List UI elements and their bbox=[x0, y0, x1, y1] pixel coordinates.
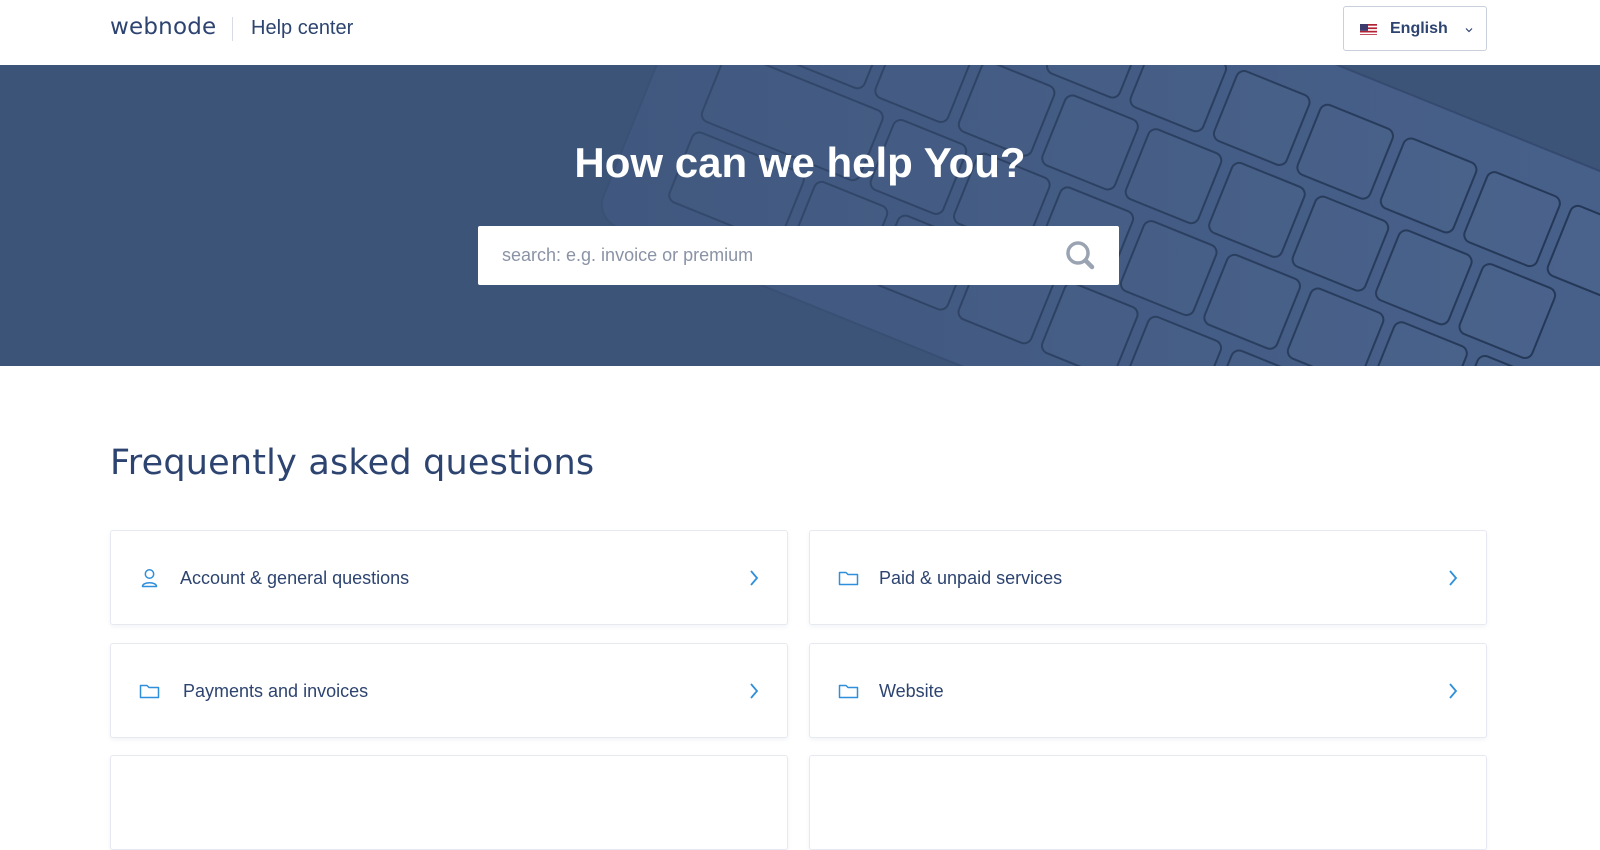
chevron-right-icon bbox=[1448, 569, 1458, 587]
chevron-right-icon bbox=[749, 682, 759, 700]
folder-icon bbox=[139, 681, 160, 701]
faq-item-payments-invoices[interactable]: Payments and invoices bbox=[110, 643, 788, 738]
faq-item-paid-unpaid-services[interactable]: Paid & unpaid services bbox=[809, 530, 1487, 625]
top-bar: webnode Help center English bbox=[0, 0, 1600, 65]
faq-item-website[interactable]: Website bbox=[809, 643, 1487, 738]
search-icon[interactable] bbox=[1061, 237, 1101, 275]
hero-banner: How can we help You? bbox=[0, 65, 1600, 366]
help-center-title[interactable]: Help center bbox=[251, 17, 353, 40]
chevron-right-icon bbox=[1448, 682, 1458, 700]
faq-item-label: Payments and invoices bbox=[183, 681, 369, 701]
hero-title: How can we help You? bbox=[574, 139, 1026, 186]
folder-icon bbox=[838, 681, 859, 701]
header-divider bbox=[232, 17, 233, 41]
user-icon bbox=[139, 568, 160, 588]
language-label: English bbox=[1390, 20, 1448, 37]
faq-item-label: Website bbox=[879, 681, 944, 701]
search-box bbox=[478, 226, 1119, 285]
faq-item-partial[interactable] bbox=[809, 755, 1487, 850]
webnode-logo[interactable]: webnode bbox=[110, 14, 216, 40]
faq-item-partial[interactable] bbox=[110, 755, 788, 850]
keyboard-background-image bbox=[0, 65, 1600, 366]
folder-icon bbox=[838, 568, 859, 588]
us-flag-icon bbox=[1360, 23, 1377, 35]
faq-title: Frequently asked questions bbox=[110, 443, 595, 483]
faq-item-account[interactable]: Account & general questions bbox=[110, 530, 788, 625]
faq-item-label: Account & general questions bbox=[180, 568, 410, 588]
search-input[interactable] bbox=[478, 226, 1058, 285]
language-selector[interactable]: English bbox=[1343, 6, 1487, 51]
chevron-down-icon bbox=[1464, 22, 1474, 33]
faq-item-label: Paid & unpaid services bbox=[879, 568, 1063, 588]
chevron-right-icon bbox=[749, 569, 759, 587]
